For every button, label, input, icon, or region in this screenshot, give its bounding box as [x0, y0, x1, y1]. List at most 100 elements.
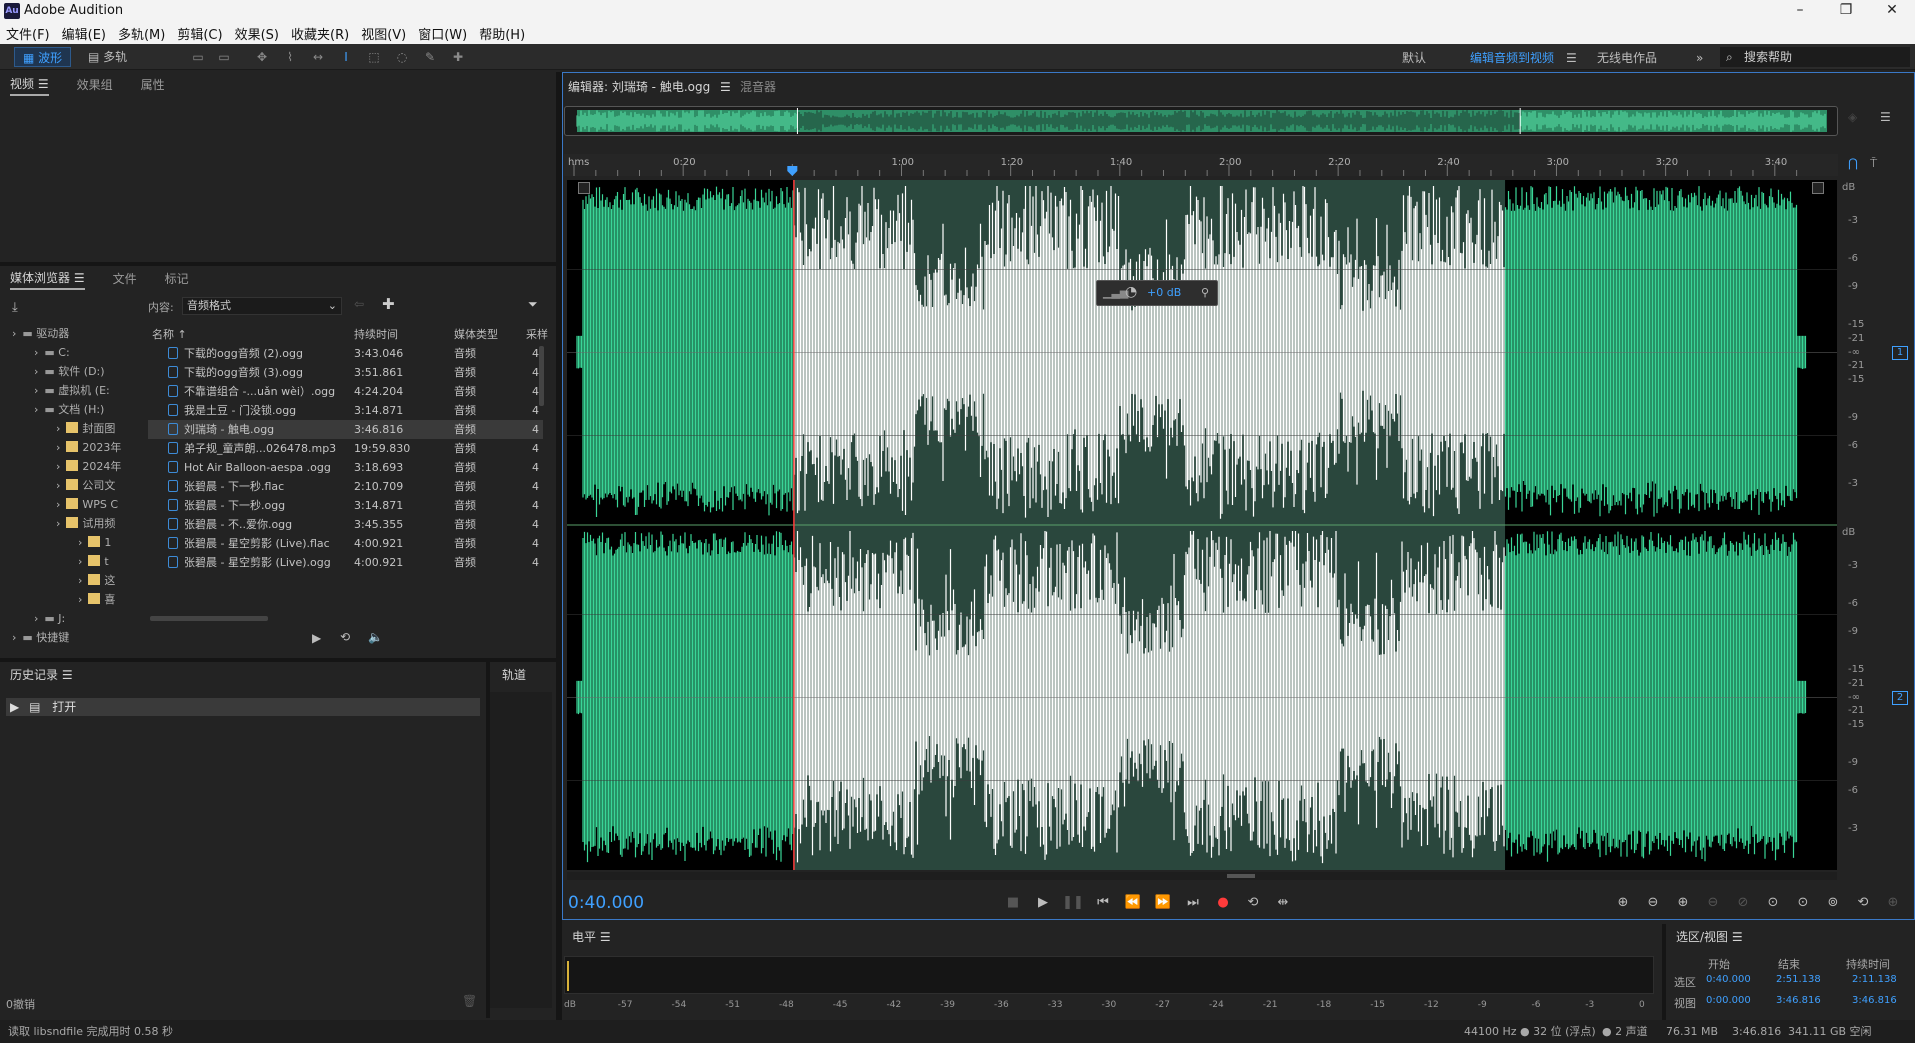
zoom-in-time-icon[interactable]: ⊕: [1672, 893, 1694, 913]
menu-clip[interactable]: 剪辑(C): [177, 24, 222, 43]
autoplay-icon[interactable]: 🔈: [368, 630, 383, 644]
content-select[interactable]: 音频格式 ⌄: [182, 297, 342, 315]
fast-forward-button[interactable]: ⏩: [1152, 893, 1174, 913]
spectral-frequency-icon[interactable]: ▭: [190, 49, 206, 65]
tree-item[interactable]: › ▬ J:: [0, 609, 144, 628]
workspace-edit-audio-to-video[interactable]: 编辑音频到视频: [1470, 48, 1554, 68]
filter-icon[interactable]: ⏷: [528, 297, 538, 312]
tab-mixer[interactable]: 混音器: [740, 78, 776, 95]
time-selection-tool-icon[interactable]: I: [338, 49, 354, 65]
loop-button[interactable]: ⟲: [1242, 893, 1264, 913]
zoom-out-amplitude-icon[interactable]: ⊖: [1642, 893, 1664, 913]
selection-end[interactable]: 2:51.138: [1776, 974, 1821, 985]
layout-icon[interactable]: ☰: [1880, 110, 1891, 124]
fade-out-handle[interactable]: [1812, 182, 1824, 194]
column-sample-rate[interactable]: 采样: [526, 326, 548, 342]
tab-history[interactable]: 历史记录 ☰: [10, 666, 73, 685]
search-help-input[interactable]: ⌕ 搜索帮助: [1720, 47, 1910, 67]
lasso-tool-icon[interactable]: ◌: [394, 49, 410, 65]
workspace-default[interactable]: 默认: [1402, 48, 1426, 68]
gain-value[interactable]: +0 dB: [1147, 286, 1181, 299]
play-preview-icon[interactable]: ▶: [312, 631, 321, 645]
multitrack-mode-button[interactable]: ▤ 多轨: [80, 47, 135, 67]
history-item[interactable]: ▶ ▤ 打开: [6, 698, 480, 716]
view-end[interactable]: 3:46.816: [1776, 995, 1821, 1006]
file-row[interactable]: 下载的ogg音频 (2).ogg 3:43.046 音频 4: [148, 344, 543, 363]
overview-navigator[interactable]: [564, 106, 1838, 136]
record-button[interactable]: ●: [1212, 893, 1234, 913]
tree-item[interactable]: › ▬ 软件 (D:): [0, 362, 144, 381]
skip-selection-button[interactable]: ⇹: [1272, 893, 1294, 913]
waveform-mode-button[interactable]: ▦ 波形: [14, 47, 72, 67]
menu-file[interactable]: 文件(F): [6, 24, 50, 43]
tab-properties[interactable]: 属性: [141, 76, 165, 95]
snap-icon[interactable]: ⋂: [1848, 156, 1858, 170]
column-name[interactable]: 名称 ↑: [152, 326, 187, 342]
menu-view[interactable]: 视图(V): [361, 24, 406, 43]
file-row[interactable]: 张碧晨 - 下一秒.ogg 3:14.871 音频 4: [148, 496, 543, 515]
zoom-in-amplitude-icon[interactable]: ⊕: [1612, 893, 1634, 913]
channel-toggle[interactable]: 1: [1892, 345, 1908, 360]
tab-editor[interactable]: 编辑器: 刘瑞琦 - 触电.ogg ☰: [568, 78, 731, 95]
trash-icon[interactable]: 🗑: [462, 994, 477, 1008]
tree-item[interactable]: › ▬ 快捷键: [0, 628, 144, 647]
tab-levels[interactable]: 电平 ☰: [572, 928, 611, 947]
tree-item[interactable]: › 公司文: [0, 476, 144, 495]
brush-tool-icon[interactable]: ✎: [422, 49, 438, 65]
zoom-reset-icon[interactable]: ⟲: [1852, 893, 1874, 913]
tree-item[interactable]: › ▬ 虚拟机 (E:: [0, 381, 144, 400]
menu-multitrack[interactable]: 多轨(M): [118, 24, 165, 43]
zoom-to-fit-icon[interactable]: ◈: [1848, 110, 1857, 124]
view-start[interactable]: 0:00.000: [1706, 995, 1751, 1006]
workspace-menu-icon[interactable]: ☰: [1566, 48, 1577, 68]
zoom-out-full-icon[interactable]: ⊘: [1732, 893, 1754, 913]
file-row[interactable]: 张碧晨 - 星空剪影 (Live).ogg 4:00.921 音频 4: [148, 553, 543, 572]
fade-in-handle[interactable]: [578, 182, 590, 194]
tree-item[interactable]: › 喜: [0, 590, 144, 609]
go-to-end-button[interactable]: ⏭: [1182, 893, 1204, 913]
tab-tracks[interactable]: 轨道: [502, 666, 526, 685]
marker-pin-icon[interactable]: ⍑: [1870, 156, 1877, 171]
file-row[interactable]: 刘瑞琦 - 触电.ogg 3:46.816 音频 4: [148, 420, 543, 439]
menu-effects[interactable]: 效果(S): [235, 24, 279, 43]
razor-tool-icon[interactable]: ⌇: [282, 49, 298, 65]
file-row[interactable]: 张碧晨 - 不..爱你.ogg 3:45.355 音频 4: [148, 515, 543, 534]
file-row[interactable]: 弟子规_童声朗...026478.mp3 19:59.830 音频 4: [148, 439, 543, 458]
tab-video[interactable]: 视频 ☰: [10, 75, 49, 96]
go-to-start-button[interactable]: ⏮: [1092, 893, 1114, 913]
current-time[interactable]: 0:40.000: [568, 893, 644, 913]
maximize-button[interactable]: ❐: [1823, 0, 1869, 22]
pause-button[interactable]: ❚❚: [1062, 893, 1084, 913]
tree-item[interactable]: › 2024年: [0, 457, 144, 476]
tree-item[interactable]: › 1: [0, 533, 144, 552]
tab-files[interactable]: 文件: [113, 270, 137, 289]
file-row[interactable]: 下载的ogg音频 (3).ogg 3:51.861 音频 4: [148, 363, 543, 382]
file-list-hscrollbar[interactable]: [150, 616, 268, 621]
tree-item[interactable]: › 试用频: [0, 514, 144, 533]
play-button[interactable]: ▶: [1032, 893, 1054, 913]
menu-help[interactable]: 帮助(H): [479, 24, 525, 43]
tree-item[interactable]: › 2023年: [0, 438, 144, 457]
drive-icon[interactable]: ⤓: [12, 300, 18, 315]
file-row[interactable]: 不靠谱组合 -...uǎn wèi）.ogg 4:24.204 音频 4: [148, 382, 543, 401]
move-tool-icon[interactable]: ✥: [254, 49, 270, 65]
file-list-scrollbar[interactable]: [539, 346, 544, 406]
tree-item[interactable]: › t: [0, 552, 144, 571]
channel-toggle[interactable]: 2: [1892, 690, 1908, 705]
selection-start[interactable]: 0:40.000: [1706, 974, 1751, 985]
zoom-out-point-icon[interactable]: ⊙: [1792, 893, 1814, 913]
tab-media-browser[interactable]: 媒体浏览器 ☰: [10, 269, 85, 290]
time-ruler[interactable]: hms 0:20 1:00 1:20 1:40 2:00 2:20 2:40 3:00 3:20…: [564, 154, 1838, 176]
slip-tool-icon[interactable]: ↔: [310, 49, 326, 65]
horizontal-scrollbar[interactable]: [567, 872, 1837, 880]
zoom-selection-icon[interactable]: ⊚: [1822, 893, 1844, 913]
menu-favorites[interactable]: 收藏夹(R): [291, 24, 349, 43]
tree-item[interactable]: › ▬ 驱动器: [0, 324, 144, 343]
tab-effects-rack[interactable]: 效果组: [77, 76, 113, 95]
tree-item[interactable]: › ▬ 文档 (H:): [0, 400, 144, 419]
spectral-pitch-icon[interactable]: ▭: [216, 49, 232, 65]
file-row[interactable]: 张碧晨 - 星空剪影 (Live).flac 4:00.921 音频 4: [148, 534, 543, 553]
gain-hud[interactable]: ▁▃▅ ◔ +0 dB ⚲: [1096, 280, 1218, 306]
tree-item[interactable]: › ▬ C:: [0, 343, 144, 362]
selection-duration[interactable]: 2:11.138: [1852, 974, 1897, 985]
